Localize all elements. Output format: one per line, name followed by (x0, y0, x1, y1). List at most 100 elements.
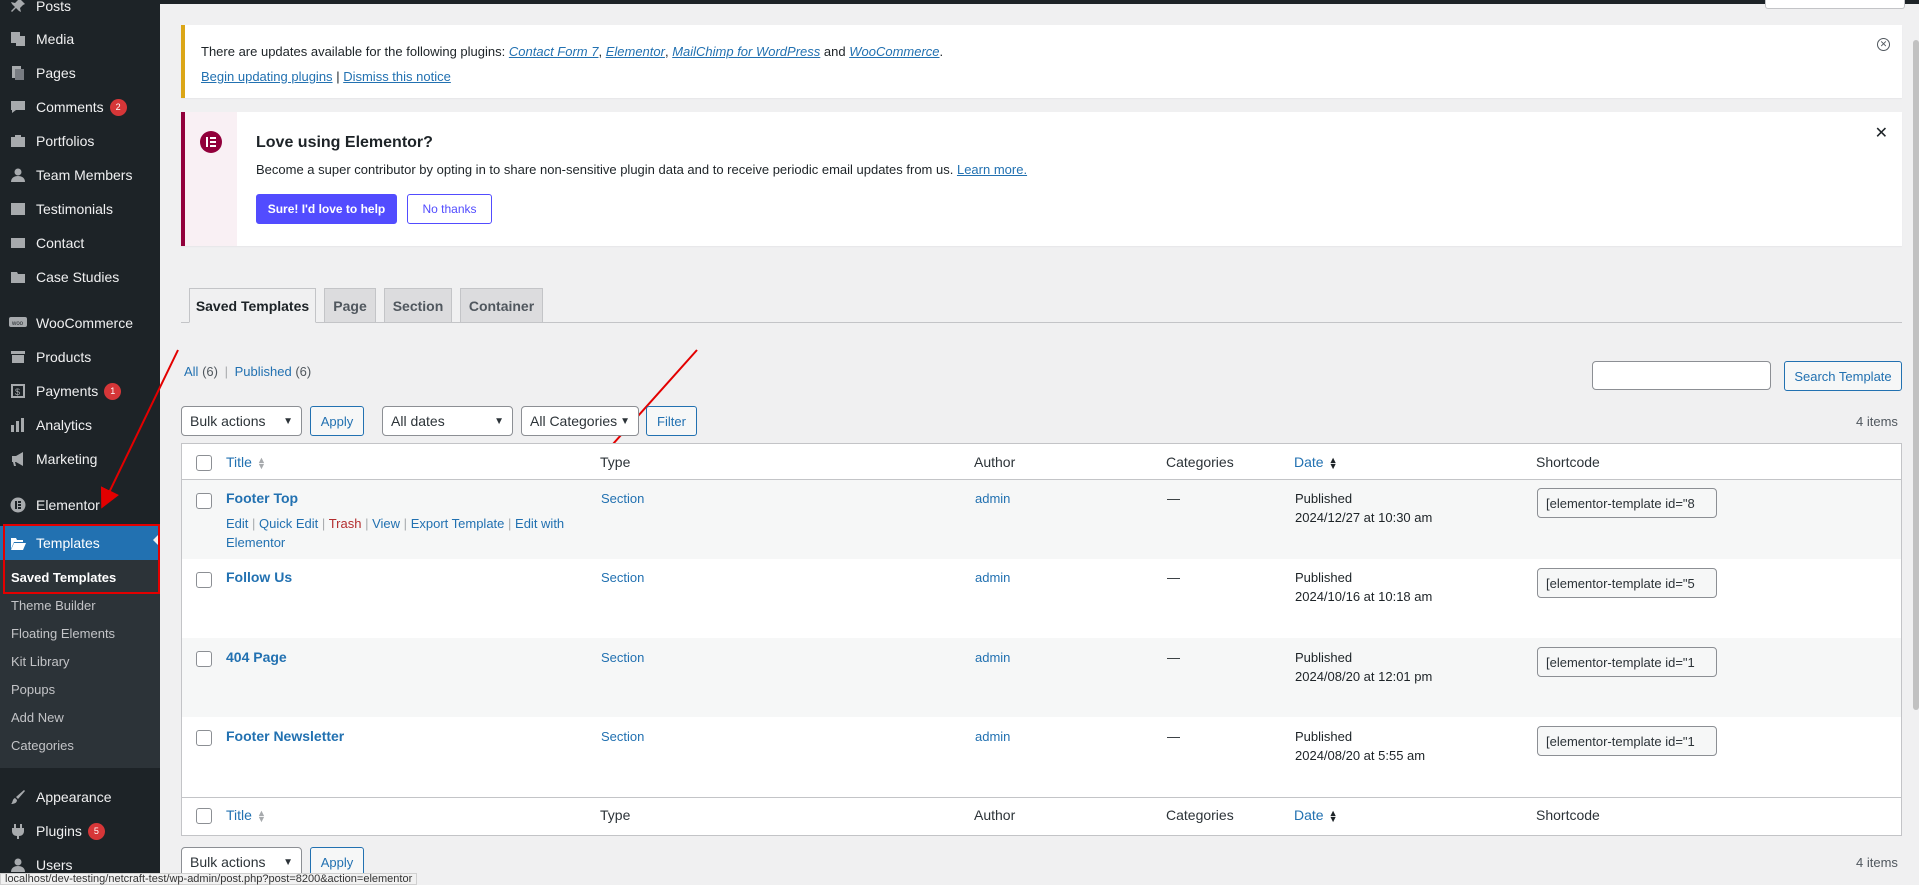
column-title[interactable]: Title ▲ ▼ (226, 454, 266, 472)
dismiss-notice-link[interactable]: Dismiss this notice (343, 69, 451, 84)
select-all-checkbox[interactable] (196, 455, 212, 471)
row-type-link[interactable]: Section (601, 729, 644, 744)
screen-options-tab[interactable] (1765, 0, 1905, 9)
categories-select[interactable]: All Categories ▼ (521, 406, 639, 436)
column-author: Author (974, 807, 1016, 823)
row-author-link[interactable]: admin (975, 570, 1010, 585)
table-row: Footer Newsletter Section admin — Publis… (182, 717, 1901, 796)
column-categories: Categories (1166, 454, 1234, 470)
column-title[interactable]: Title ▲ ▼ (226, 807, 266, 825)
tab-page[interactable]: Page (324, 288, 376, 323)
row-status: Published (1295, 570, 1353, 585)
row-date: 2024/10/16 at 10:18 am (1295, 589, 1433, 604)
bulk-actions-value: Bulk actions (190, 413, 266, 429)
chevron-down-icon: ▼ (283, 415, 293, 427)
row-checkbox[interactable] (196, 730, 212, 746)
learn-more-link[interactable]: Learn more. (957, 162, 1027, 177)
filter-all-link[interactable]: All (184, 364, 198, 379)
row-type-link[interactable]: Section (601, 570, 644, 585)
elementor-notice-text: Become a super contributor by opting in … (256, 162, 954, 177)
update-notice-lead: There are updates available for the foll… (201, 44, 506, 59)
filter-button[interactable]: Filter (646, 406, 697, 436)
row-date: 2024/08/20 at 5:55 am (1295, 748, 1426, 763)
select-all-checkbox[interactable] (196, 808, 212, 824)
column-shortcode: Shortcode (1536, 454, 1600, 470)
apply-button[interactable]: Apply (310, 406, 364, 436)
row-status: Published (1295, 491, 1353, 506)
plugin-update-notice: There are updates available for the foll… (181, 25, 1902, 98)
shortcode-input[interactable]: [elementor-template id="1 (1537, 647, 1717, 677)
plugin-link-woocommerce[interactable]: WooCommerce (849, 44, 939, 59)
items-count: 4 items (1856, 414, 1898, 429)
view-link[interactable]: View (372, 516, 400, 531)
table-header: Title ▲ ▼ Type Author Categories Date ▲ ▼ Sh… (182, 444, 1901, 480)
dismiss-icon[interactable]: ✕ (1877, 38, 1890, 51)
dates-select[interactable]: All dates ▼ (382, 406, 513, 436)
row-author-link[interactable]: admin (975, 729, 1010, 744)
page-scrollbar[interactable] (1913, 40, 1919, 710)
elementor-logo-icon (200, 131, 222, 153)
plugin-link-mailchimp[interactable]: MailChimp for WordPress (672, 44, 820, 59)
elementor-notice-title: Love using Elementor? (256, 134, 433, 151)
row-type-link[interactable]: Section (601, 650, 644, 665)
row-checkbox[interactable] (196, 651, 212, 667)
row-status: Published (1295, 650, 1353, 665)
elementor-notice-body: Become a super contributor by opting in … (256, 162, 1027, 177)
tab-saved-templates[interactable]: Saved Templates (189, 288, 316, 323)
shortcode-input[interactable]: [elementor-template id="1 (1537, 726, 1717, 756)
plugin-link-elementor[interactable]: Elementor (606, 44, 665, 59)
row-date: 2024/12/27 at 10:30 am (1295, 510, 1433, 525)
row-checkbox[interactable] (196, 572, 212, 588)
row-author-link[interactable]: admin (975, 491, 1010, 506)
categories-value: All Categories (530, 413, 618, 429)
row-title-link[interactable]: Follow Us (226, 569, 292, 585)
trash-link[interactable]: Trash (329, 516, 362, 531)
chevron-down-icon: ▼ (494, 415, 504, 427)
row-actions: Edit | Quick Edit | Trash | View | Expor… (226, 516, 565, 550)
items-count-bottom: 4 items (1856, 855, 1898, 870)
row-title-link[interactable]: Footer Top (226, 490, 298, 506)
column-date[interactable]: Date ▲ ▼ (1294, 454, 1338, 472)
bulk-actions-select[interactable]: Bulk actions ▼ (181, 406, 302, 436)
tab-section[interactable]: Section (384, 288, 452, 323)
table-row: Footer Top Edit | Quick Edit | Trash | V… (182, 480, 1901, 559)
edit-link[interactable]: Edit (226, 516, 248, 531)
column-title-label: Title (226, 454, 252, 470)
plugin-link-contact-form[interactable]: Contact Form 7 (509, 44, 599, 59)
close-icon[interactable]: ✕ (1875, 123, 1888, 143)
row-title-link[interactable]: Footer Newsletter (226, 728, 344, 744)
row-title-link[interactable]: 404 Page (226, 649, 287, 665)
row-date: 2024/08/20 at 12:01 pm (1295, 669, 1433, 684)
quick-edit-link[interactable]: Quick Edit (259, 516, 318, 531)
column-type: Type (600, 807, 631, 823)
row-status: Published (1295, 729, 1353, 744)
sort-icon: ▲ ▼ (1328, 455, 1338, 472)
shortcode-input[interactable]: [elementor-template id="8 (1537, 488, 1717, 518)
export-template-link[interactable]: Export Template (411, 516, 505, 531)
filter-all-count: (6) (202, 364, 218, 379)
tab-container[interactable]: Container (460, 288, 543, 323)
no-thanks-button[interactable]: No thanks (407, 194, 492, 224)
top-bar (160, 0, 1919, 4)
column-date-label: Date (1294, 807, 1324, 823)
table-row: Follow Us Section admin — Published 2024… (182, 559, 1901, 638)
shortcode-input[interactable]: [elementor-template id="5 (1537, 568, 1717, 598)
sort-icon: ▲ ▼ (256, 808, 266, 825)
update-notice-and: and (823, 44, 846, 59)
begin-updating-link[interactable]: Begin updating plugins (201, 69, 333, 84)
row-author-link[interactable]: admin (975, 650, 1010, 665)
opt-in-button[interactable]: Sure! I'd love to help (256, 194, 397, 224)
column-categories: Categories (1166, 807, 1234, 823)
column-date[interactable]: Date ▲ ▼ (1294, 807, 1338, 824)
update-notice-text: There are updates available for the foll… (201, 44, 944, 59)
dates-value: All dates (391, 413, 445, 429)
row-checkbox[interactable] (196, 493, 212, 509)
view-filters: All (6) | Published (6) (184, 364, 312, 379)
search-template-button[interactable]: Search Template (1784, 361, 1902, 391)
column-shortcode: Shortcode (1536, 807, 1600, 823)
sort-icon: ▲ ▼ (256, 455, 266, 472)
filter-published-link[interactable]: Published (235, 364, 292, 379)
row-type-link[interactable]: Section (601, 491, 644, 506)
templates-table: Title ▲ ▼ Type Author Categories Date ▲ ▼ Sh… (181, 443, 1902, 836)
search-input[interactable] (1592, 361, 1771, 390)
